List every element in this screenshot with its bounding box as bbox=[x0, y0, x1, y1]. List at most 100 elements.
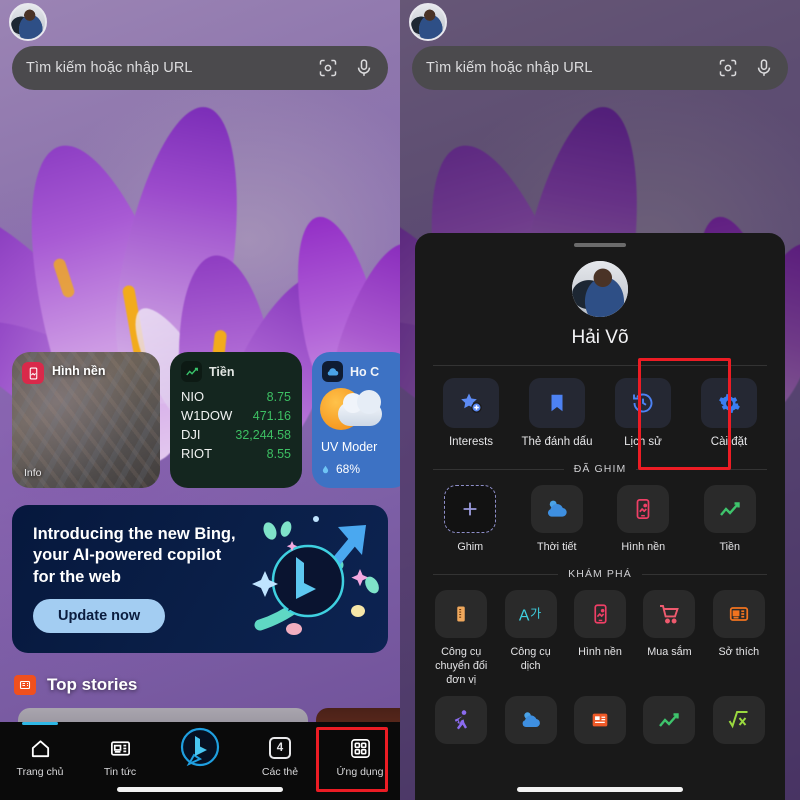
news-icon bbox=[107, 735, 133, 761]
profile-bottom-sheet: Hải Võ Interests Thẻ đánh dấu Lịch sử Cà… bbox=[415, 233, 785, 800]
quick-action-history[interactable]: Lịch sử bbox=[607, 378, 679, 449]
pinned-label: Hình nền bbox=[621, 541, 666, 554]
sun-cloud-icon bbox=[320, 388, 382, 432]
profile-name: Hải Võ bbox=[571, 327, 629, 348]
quick-action-bookmarks[interactable]: Thẻ đánh dấu bbox=[521, 378, 593, 449]
news-icon bbox=[592, 713, 608, 726]
explore-label: Công cụ dịch bbox=[510, 646, 551, 673]
quick-action-label: Thẻ đánh dấu bbox=[521, 436, 593, 448]
table-row: DJI 32,244.58 bbox=[181, 427, 291, 442]
weather-cloud-icon bbox=[547, 501, 567, 517]
nav-item-news[interactable]: Tin tức bbox=[80, 722, 160, 778]
pinned-grid: Ghim Thời tiết Hình nền Tiền bbox=[415, 475, 785, 554]
nav-label: Các thẻ bbox=[261, 766, 299, 778]
phone-screen-left: Tìm kiếm hoặc nhập URL Hình nền Info Tiề… bbox=[0, 0, 400, 800]
bing-illustration bbox=[252, 516, 379, 635]
sheet-drag-handle[interactable] bbox=[574, 243, 626, 247]
nav-item-bing[interactable] bbox=[160, 722, 240, 770]
table-row: W1DOW 471.16 bbox=[181, 408, 291, 423]
weather-humidity: 68% bbox=[321, 462, 360, 476]
search-input[interactable]: Tìm kiếm hoặc nhập URL bbox=[12, 46, 388, 90]
section-header-pinned: ĐÃ GHIM bbox=[433, 463, 767, 475]
avatar[interactable] bbox=[9, 3, 47, 41]
stock-symbol: W1DOW bbox=[181, 408, 233, 423]
table-row: RIOT 8.55 bbox=[181, 446, 291, 461]
tab-count: 4 bbox=[269, 737, 291, 759]
lens-scan-icon[interactable] bbox=[718, 58, 738, 78]
avatar[interactable] bbox=[409, 3, 447, 41]
microphone-icon[interactable] bbox=[354, 58, 374, 78]
explore-item-translate[interactable]: A 가 Công cụ dịch bbox=[500, 590, 560, 687]
stock-value: 8.75 bbox=[266, 390, 291, 404]
apps-grid-icon bbox=[347, 735, 373, 761]
running-icon bbox=[455, 709, 468, 729]
microphone-icon[interactable] bbox=[754, 58, 774, 78]
explore-item-fitness[interactable] bbox=[431, 695, 491, 751]
widget-weather[interactable]: Ho C UV Moder 68% bbox=[312, 352, 400, 488]
chart-up-icon bbox=[181, 361, 202, 382]
nav-item-tabs[interactable]: 4 Các thẻ bbox=[240, 722, 320, 778]
widget-stocks[interactable]: Tiền NIO 8.75 W1DOW 471.16 DJI 32,244.58… bbox=[170, 352, 302, 488]
explore-label: Công cụ chuyển đổi đơn vị bbox=[435, 646, 488, 687]
stock-value: 32,244.58 bbox=[235, 428, 291, 442]
phone-screen-right: Tìm kiếm hoặc nhập URL Hải Võ Interests … bbox=[400, 0, 800, 800]
home-indicator bbox=[517, 787, 683, 792]
bing-logo-icon bbox=[178, 726, 222, 770]
dual-screenshot-stage: Tìm kiếm hoặc nhập URL Hình nền Info Tiề… bbox=[0, 0, 800, 800]
ruler-icon bbox=[457, 606, 465, 622]
top-stories-header: Top stories bbox=[14, 675, 137, 695]
explore-item-interests[interactable]: Sở thích bbox=[709, 590, 769, 687]
explore-item-shopping[interactable]: Mua sắm bbox=[639, 590, 699, 687]
table-row: NIO 8.75 bbox=[181, 389, 291, 404]
quick-action-settings[interactable]: Cài đặt bbox=[693, 378, 765, 449]
explore-label: Hình nền bbox=[578, 646, 622, 659]
shopping-cart-icon bbox=[659, 605, 679, 624]
nav-label: Tin tức bbox=[103, 766, 137, 778]
section-header-explore: KHÁM PHÁ bbox=[433, 568, 767, 580]
pinned-item-wallpaper[interactable]: Hình nền bbox=[608, 485, 679, 554]
explore-item-converter[interactable]: Công cụ chuyển đổi đơn vị bbox=[431, 590, 491, 687]
pinned-item-add[interactable]: Ghim bbox=[435, 485, 506, 554]
gear-icon bbox=[718, 393, 740, 413]
lens-scan-icon[interactable] bbox=[318, 58, 338, 78]
pinned-item-money[interactable]: Tiền bbox=[695, 485, 766, 554]
news-icon bbox=[729, 607, 748, 622]
pinned-label: Ghim bbox=[457, 541, 484, 554]
explore-item-money[interactable] bbox=[639, 695, 699, 751]
math-icon bbox=[728, 710, 748, 728]
explore-item-math[interactable] bbox=[709, 695, 769, 751]
widget-row: Hình nền Info Tiền NIO 8.75 W1DOW 471.16… bbox=[12, 352, 400, 488]
quick-action-label: Interests bbox=[448, 436, 494, 448]
avatar[interactable] bbox=[572, 261, 628, 317]
nav-item-home[interactable]: Trang chủ bbox=[0, 722, 80, 778]
explore-item-weather[interactable] bbox=[500, 695, 560, 751]
history-clock-icon bbox=[633, 393, 653, 413]
bing-promo-card[interactable]: Introducing the new Bing, your AI-powere… bbox=[12, 505, 388, 653]
quick-action-interests[interactable]: Interests bbox=[435, 378, 507, 449]
nav-item-apps[interactable]: Ứng dụng bbox=[320, 722, 400, 778]
bookmark-icon bbox=[551, 394, 563, 412]
stock-value: 8.55 bbox=[266, 447, 291, 461]
widget-wallpaper-info[interactable]: Info bbox=[24, 467, 42, 479]
promo-text: Introducing the new Bing, your AI-powere… bbox=[33, 524, 236, 588]
weather-cloud-icon bbox=[522, 711, 540, 727]
explore-item-news[interactable] bbox=[570, 695, 630, 751]
stock-value: 471.16 bbox=[252, 409, 291, 423]
explore-label: Mua sắm bbox=[647, 646, 692, 659]
pinned-item-weather[interactable]: Thời tiết bbox=[522, 485, 593, 554]
stock-symbol: RIOT bbox=[181, 446, 213, 461]
search-input[interactable]: Tìm kiếm hoặc nhập URL bbox=[412, 46, 788, 90]
wallpaper-icon bbox=[636, 499, 650, 520]
promo-line-1: Introducing the new Bing, bbox=[33, 525, 236, 543]
explore-grid: Công cụ chuyển đổi đơn vị A 가 Công cụ dị… bbox=[415, 580, 785, 687]
explore-item-wallpaper[interactable]: Hình nền bbox=[570, 590, 630, 687]
widget-wallpaper[interactable]: Hình nền Info bbox=[12, 352, 160, 488]
home-indicator bbox=[117, 787, 283, 792]
svg-text:A: A bbox=[519, 608, 530, 625]
update-now-button[interactable]: Update now bbox=[33, 599, 166, 633]
tabs-icon: 4 bbox=[267, 735, 293, 761]
chart-up-icon bbox=[659, 712, 680, 727]
promo-line-2: your AI-powered copilot bbox=[33, 546, 222, 565]
news-icon bbox=[14, 675, 36, 695]
search-placeholder: Tìm kiếm hoặc nhập URL bbox=[26, 60, 193, 76]
